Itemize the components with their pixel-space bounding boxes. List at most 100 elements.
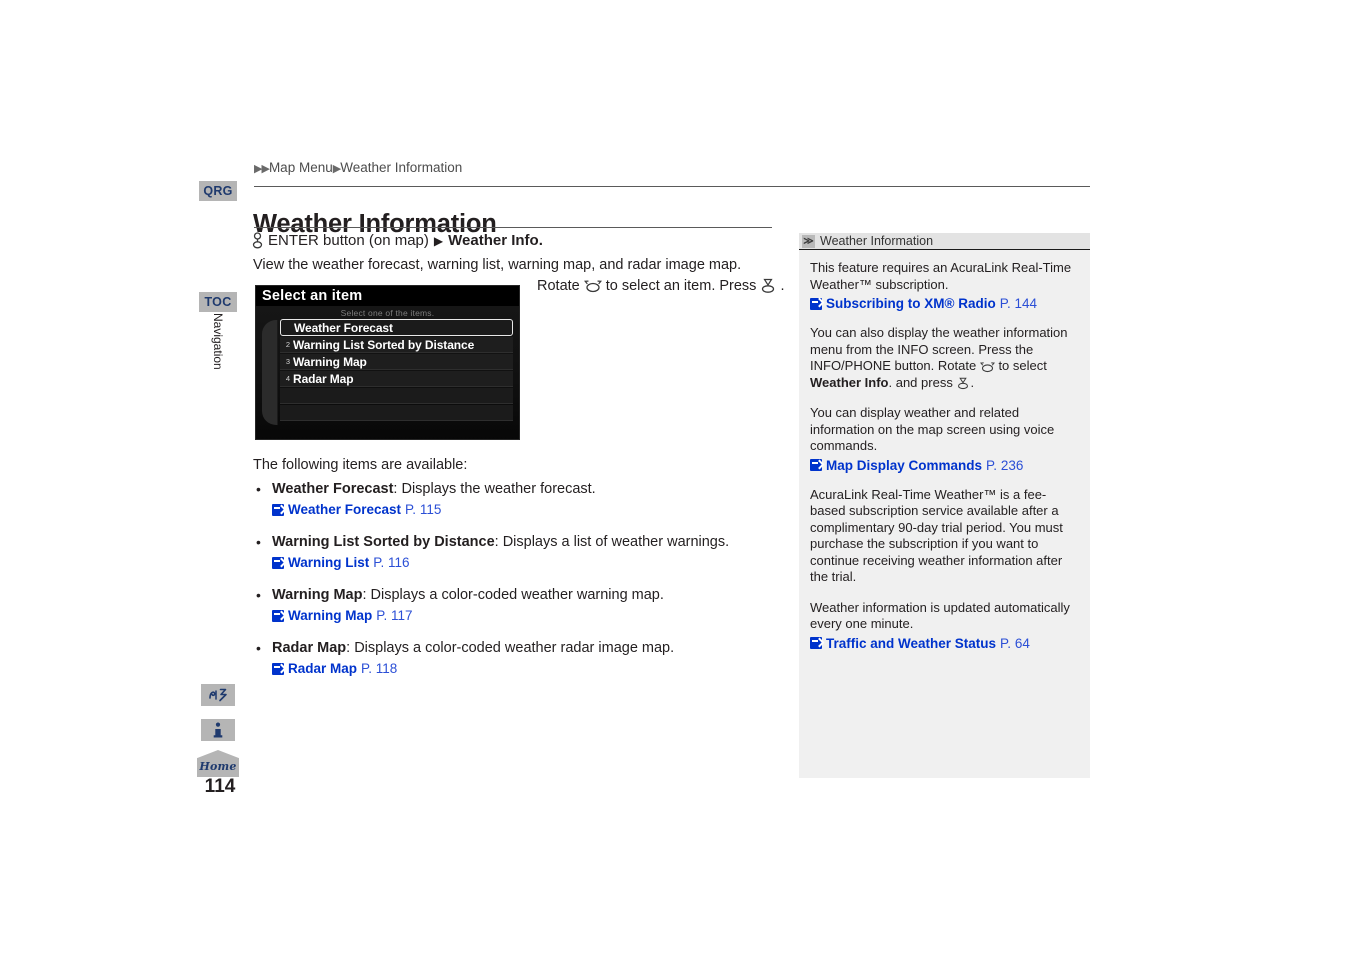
feature-bullet-description: : Displays a color-coded weather radar i…: [346, 640, 675, 656]
nav-screen-item-empty: [280, 405, 513, 421]
side-note-xref-3-label: Traffic and Weather Status: [826, 635, 997, 651]
nav-screen-item-label: Warning Map: [293, 354, 367, 369]
nav-screen-item-number: 2: [285, 340, 290, 349]
nav-screen-item-number: 1: [281, 323, 294, 332]
side-note-paragraph-3: You can display weather and related info…: [810, 405, 1055, 453]
page-number: 114: [204, 776, 236, 797]
side-note-xref-2-label: Map Display Commands: [826, 457, 983, 473]
xref-arrow-icon: [810, 297, 822, 310]
breadcrumb-item-weather-information[interactable]: Weather Information: [340, 160, 462, 175]
nav-screen-subtitle: Select one of the items.: [340, 308, 435, 318]
feature-bullet-term: Warning List Sorted by Distance: [272, 534, 495, 550]
tab-toc-label: TOC: [204, 295, 232, 309]
feature-bullet-xref[interactable]: Radar Map P. 118: [272, 659, 773, 679]
side-note-xref-3[interactable]: Traffic and Weather Status P. 64: [810, 636, 1079, 651]
nav-screen-body: Select one of the items. 1Weather Foreca…: [256, 306, 519, 439]
rotate-mid-text: to select an item. Press: [605, 278, 757, 294]
rotate-knob-icon: [583, 280, 602, 293]
side-note-paragraph-1: This feature requires an AcuraLink Real-…: [810, 260, 1072, 292]
feature-bullet-xref-label: Warning Map: [288, 608, 373, 623]
breadcrumb-item-map-menu[interactable]: Map Menu: [269, 160, 333, 175]
side-note-paragraph-2: You can also display the weather informa…: [810, 325, 1079, 391]
tab-qrg[interactable]: QRG: [199, 181, 237, 201]
feature-bullet-xref-page: P. 117: [376, 608, 413, 623]
side-note-xref-3-page: P. 64: [1000, 635, 1030, 651]
feature-bullet-description: : Displays a list of weather warnings.: [494, 534, 730, 550]
feature-bullet-description: : Displays the weather forecast.: [393, 481, 596, 497]
side-note-xref-2-page: P. 236: [986, 457, 1024, 473]
side-note-p2-part-d: .: [970, 374, 975, 390]
press-knob-icon: [762, 278, 775, 293]
header-divider: [254, 186, 1090, 187]
tab-toc[interactable]: TOC: [199, 292, 237, 312]
tab-home-label: Home: [199, 760, 237, 773]
side-note-xref-1-label: Subscribing to XM® Radio: [826, 296, 996, 311]
feature-bullet: Warning List Sorted by Distance: Display…: [253, 532, 773, 573]
nav-screen-title: Select an item: [256, 286, 519, 306]
tab-qrg-label: QRG: [203, 184, 233, 198]
feature-bullet-xref-label: Weather Forecast: [288, 502, 402, 517]
feature-bullet-list: Weather Forecast: Displays the weather f…: [253, 479, 773, 691]
navigation-screen-figure: Select an item Select one of the items. …: [255, 285, 520, 440]
side-note-xref-1[interactable]: Subscribing to XM® Radio P. 144: [810, 296, 1079, 311]
side-note-xref-1-page: P. 144: [999, 296, 1037, 311]
side-note-p2-part-c: . and press: [888, 374, 953, 390]
intro-text: View the weather forecast, warning list,…: [253, 257, 742, 273]
nav-screen-item[interactable]: 2 Warning List Sorted by Distance: [280, 337, 513, 353]
nav-screen-item-label: Warning List Sorted by Distance: [293, 337, 475, 352]
xref-arrow-icon: [810, 637, 822, 649]
press-knob-icon: [958, 377, 969, 389]
side-note-header: ≫ Weather Information: [799, 233, 1090, 250]
feature-bullet: Warning Map : Displays a color-coded weat…: [253, 585, 773, 626]
side-note-header-title: Weather Information: [820, 234, 934, 248]
nav-screen-item-number: 4: [285, 374, 290, 383]
rotate-knob-icon: [979, 361, 995, 372]
nav-screen-item-label: Weather Forecast: [294, 320, 393, 335]
nav-screen-item[interactable]: 4 Radar Map: [280, 371, 513, 387]
breadcrumb-arrow-icon: ▶: [261, 163, 270, 175]
feature-bullet: Radar Map: Displays a color-coded weathe…: [253, 638, 773, 679]
feature-bullet-xref[interactable]: Warning List P. 116: [272, 553, 773, 573]
enter-button-icon: [252, 232, 263, 249]
double-chevron-icon: ≫: [802, 234, 815, 248]
info-icon[interactable]: [201, 719, 235, 741]
left-tab-rail: QRG TOC: [199, 0, 239, 954]
command-arrow-icon: ▶: [433, 233, 444, 248]
side-note-body: This feature requires an AcuraLink Real-…: [799, 250, 1090, 651]
feature-bullet-xref[interactable]: Warning Map P. 117: [272, 606, 773, 626]
nav-screen-side-rail: [262, 320, 278, 425]
voice-command-icon[interactable]: [201, 684, 235, 706]
rotate-post-text: .: [780, 278, 785, 294]
breadcrumb: ▶▶Map Menu▶Weather Information: [254, 160, 462, 175]
feature-bullet-xref-page: P. 116: [373, 555, 410, 570]
command-target: Weather Info.: [448, 232, 543, 249]
rotate-pre-text: Rotate: [537, 278, 580, 294]
rotate-instruction: Rotate to select an item. Press .: [537, 278, 784, 294]
body-lead-text: The following items are available:: [253, 457, 468, 473]
section-label-navigation: Navigation: [211, 313, 225, 370]
xref-arrow-icon: [810, 459, 822, 471]
side-note-paragraph-5: Weather information is updated automatic…: [810, 599, 1070, 632]
feature-bullet-xref-page: P. 118: [361, 661, 398, 676]
feature-bullet-term: Weather Forecast: [272, 481, 394, 497]
xref-arrow-icon: [272, 663, 284, 675]
nav-screen-item-empty: [280, 388, 513, 404]
feature-bullet-xref[interactable]: Weather Forecast P. 115: [272, 500, 773, 520]
side-note-p2-bold: Weather Info: [810, 374, 889, 390]
nav-screen-item[interactable]: 1Weather Forecast: [280, 319, 513, 336]
manual-page: QRG TOC Navigation Home 114 ▶▶Map Menu▶W…: [0, 0, 1350, 954]
command-path: ENTER button (on map) ▶ Weather Info.: [252, 232, 543, 249]
feature-bullet-description: : Displays a color-coded weather warning…: [362, 587, 664, 603]
feature-bullet-term: Radar Map: [272, 640, 347, 656]
side-note-panel: ≫ Weather Information This feature requi…: [799, 233, 1090, 778]
nav-screen-item[interactable]: 3 Warning Map: [280, 354, 513, 370]
nav-screen-item-label: Radar Map: [293, 371, 354, 386]
title-divider: [254, 227, 772, 228]
feature-bullet: Weather Forecast: Displays the weather f…: [253, 479, 773, 520]
feature-bullet-xref-page: P. 115: [405, 502, 442, 517]
nav-screen-list: 1Weather Forecast2Warning List Sorted by…: [280, 319, 513, 422]
side-note-xref-2[interactable]: Map Display Commands P. 236: [810, 458, 1079, 473]
xref-arrow-icon: [272, 610, 284, 622]
feature-bullet-xref-label: Radar Map: [288, 661, 358, 676]
nav-screen-item-number: 3: [285, 357, 290, 366]
